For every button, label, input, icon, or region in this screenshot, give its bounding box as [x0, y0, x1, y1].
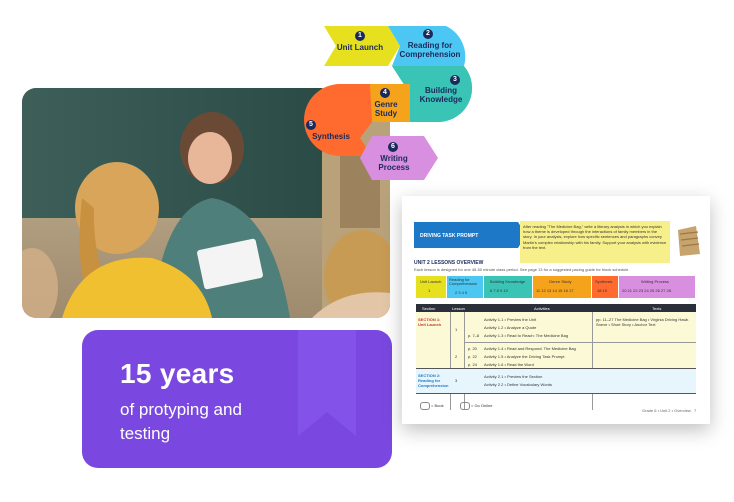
experience-card: 15 years of protyping and testing	[82, 330, 392, 468]
stage-synthesis: Synthesis 18 19	[592, 276, 618, 298]
doc-footer: Grade 6 • Unit 2 • Overview	[642, 408, 691, 413]
header-lesson: Lesson	[452, 306, 465, 311]
legend-online: = Go Online	[471, 403, 493, 408]
driving-task-prompt: After reading "The Medicine Bag," write …	[520, 221, 670, 263]
stage-label: Building Knowledge	[490, 279, 526, 284]
stage-lessons: 6 7 8 9 10	[490, 288, 508, 293]
flow-step-2-label: Reading for Comprehension	[399, 41, 461, 59]
stage-unit-launch: Unit Launch 1	[416, 276, 446, 298]
stage-writing-process: Writing Process 20 21 22 23 24 25 26 27 …	[619, 276, 695, 298]
lesson-3-number: 3	[455, 378, 458, 383]
flow-step-1-number: 1	[355, 31, 365, 41]
flow-step-synthesis	[304, 84, 372, 156]
flow-step-3-number: 3	[450, 75, 460, 85]
stage-reading: Reading for Comprehension 2 3 4 5	[447, 276, 483, 298]
activity-2-1[interactable]: Activity 2.1 • Preview the Section	[484, 374, 542, 379]
doc-page-number: 7	[694, 408, 697, 413]
flow-step-5-label: Synthesis	[312, 132, 350, 141]
flow-step-2-number: 2	[423, 29, 433, 39]
unit-overview-document: DRIVING TASK PROMPT After reading "The M…	[402, 196, 710, 424]
overview-title: UNIT 2 LESSONS OVERVIEW	[414, 260, 484, 266]
flow-step-4-label: Genre Study	[374, 100, 398, 118]
overview-note: Each lesson is designed for one 45-50 mi…	[414, 267, 630, 272]
activity-1-2[interactable]: Activity 1.2 • Analyze a Quote	[484, 325, 536, 330]
lesson-2-number: 2	[455, 354, 458, 359]
flow-step-6-number: 6	[388, 142, 398, 152]
lesson-2-page: p. 22	[468, 354, 477, 359]
stage-label: Genre Study	[549, 279, 572, 284]
stage-lessons: 11 12 13 14 15 16 17	[536, 288, 574, 293]
online-icon	[460, 402, 470, 410]
activity-2-2[interactable]: Activity 2.2 • Define Vocabulary Words	[484, 382, 552, 387]
header-section: Section	[422, 306, 436, 311]
activity-1-1[interactable]: Activity 1.1 • Preview the Unit	[484, 317, 536, 322]
activity-1-6[interactable]: Activity 1.6 • Read the Word	[484, 362, 534, 367]
stage-building-knowledge: Building Knowledge 6 7 8 9 10	[484, 276, 532, 298]
flow-step-4-number: 4	[380, 88, 390, 98]
stage-label: Unit Launch	[420, 279, 442, 284]
activity-1-4[interactable]: Activity 1.4 • Read and Respond: The Med…	[484, 346, 576, 351]
experience-headline: 15 years	[120, 358, 235, 389]
flow-step-1-label: Unit Launch	[336, 43, 384, 52]
book-icon	[420, 402, 430, 410]
stage-lessons: 1	[428, 288, 431, 293]
stage-genre-study: Genre Study 11 12 13 14 15 16 17	[533, 276, 591, 298]
experience-subline: of protyping and testing	[120, 400, 242, 443]
section-2-block	[416, 369, 696, 393]
bookmark-ribbon-icon	[298, 330, 356, 436]
stage-lessons: 20 21 22 23 24 25 26 27 28	[622, 288, 671, 293]
stage-lessons: 18 19	[597, 288, 608, 293]
section-1-label: SECTION 1: Unit Launch	[418, 317, 442, 327]
section-2-label: SECTION 2: Reading for Comprehension	[418, 373, 449, 388]
lesson-2-page: p. 24	[468, 362, 477, 367]
lesson-1-texts: pp. 11–27 The Medicine Bag • Virginia Dr…	[596, 317, 689, 327]
lesson-2-page: p. 20	[468, 346, 477, 351]
stage-label: Reading for Comprehension	[449, 277, 478, 286]
unit-process-flow: 1 Unit Launch 2 Reading for Comprehensio…	[300, 18, 480, 188]
medicine-bag-icon	[678, 226, 700, 256]
activity-1-5[interactable]: Activity 1.5 • Analyze the Driving Task …	[484, 354, 564, 359]
activity-1-3[interactable]: Activity 1.3 • Read to Reach: The Medici…	[484, 333, 568, 338]
stage-label: Synthesis	[595, 279, 613, 284]
legend-book: = Book	[431, 403, 444, 408]
flow-step-6-label: Writing Process	[378, 154, 410, 172]
lesson-1-number: 1	[455, 327, 458, 332]
header-activities: Activities	[534, 306, 550, 311]
flow-step-5-number: 5	[306, 120, 316, 130]
lessons-table-header: Section Lesson Activities Texts	[416, 304, 696, 312]
stage-lessons: 2 3 4 5	[455, 290, 468, 295]
stage-label: Writing Process	[641, 279, 669, 284]
lesson-1-page: p. 7–8	[468, 333, 480, 338]
driving-task-title: DRIVING TASK PROMPT	[420, 233, 479, 239]
header-texts: Texts	[652, 306, 662, 311]
flow-step-3-label: Building Knowledge	[419, 86, 463, 104]
